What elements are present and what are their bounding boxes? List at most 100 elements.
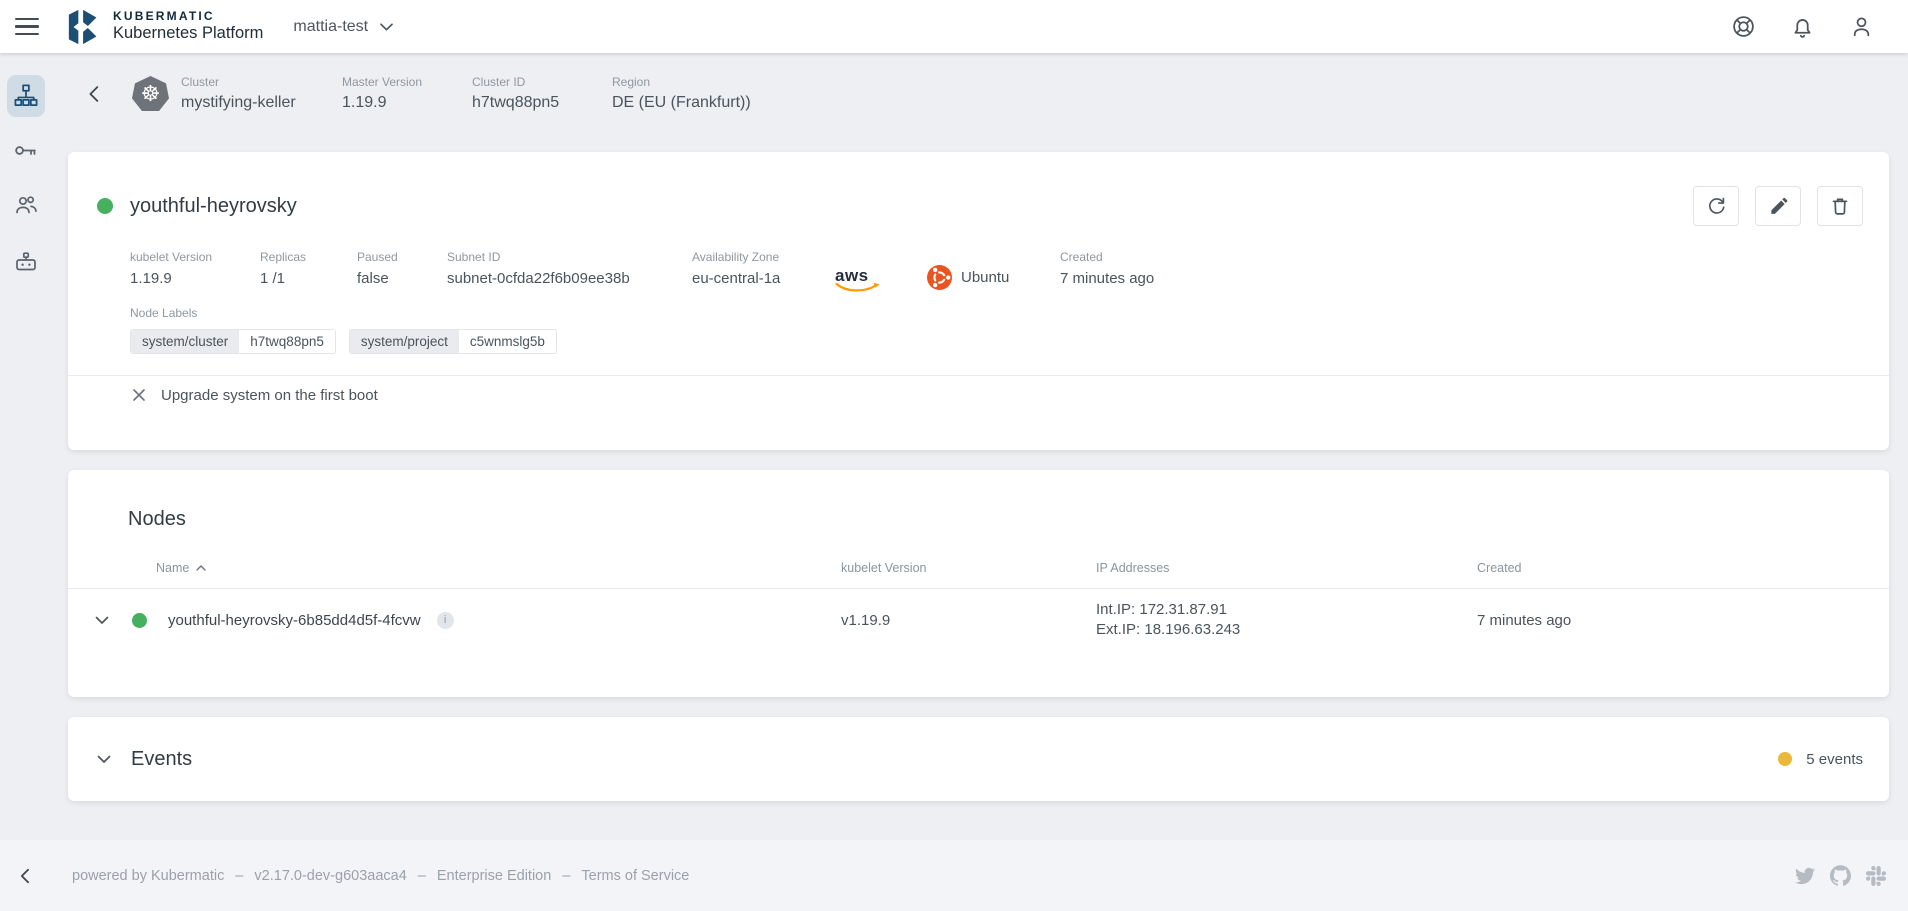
kubernetes-wheel-glyph: ☸ [141,83,161,105]
node-name: youthful-heyrovsky-6b85dd4d5f-4fcvw [168,612,421,629]
machine-deployment-card: youthful-heyrovsky [68,152,1889,450]
sidebar-item-ssh-keys[interactable] [7,133,45,167]
machine-deployment-actions [1693,186,1863,226]
chevron-down-icon [95,616,109,625]
footer: powered by Kubermatic – v2.17.0-dev-g603… [0,840,1908,911]
logo-text: KUBERMATIC Kubernetes Platform [113,10,263,43]
sidebar-item-service-accounts[interactable] [7,245,45,279]
cluster-field-id: Cluster ID h7twq88pn5 [472,75,612,112]
sidebar-collapse-button[interactable] [12,862,40,890]
column-header-created: Created [1477,561,1889,575]
divider [68,375,1889,376]
events-count: 5 events [1806,751,1863,768]
column-label: Name [156,561,189,575]
version-label: v2.17.0-dev-g603aaca4 [254,868,406,884]
prop-value: 7 minutes ago [1060,270,1154,287]
prop-value: 1 /1 [260,270,357,287]
menu-hamburger-icon[interactable] [13,13,41,41]
github-icon[interactable] [1830,865,1851,886]
trash-icon [1829,195,1851,217]
slack-icon[interactable] [1866,866,1886,886]
help-button[interactable] [1729,12,1758,41]
key-icon [13,138,38,163]
kubermatic-logo[interactable]: KUBERMATIC Kubernetes Platform [66,8,263,46]
external-ip: Ext.IP: 18.196.63.243 [1096,620,1477,640]
bell-icon [1790,14,1815,39]
app-header: KUBERMATIC Kubernetes Platform mattia-te… [0,0,1908,53]
kubermatic-logo-icon [66,8,104,46]
notifications-button[interactable] [1788,12,1817,41]
separator: – [562,868,570,884]
field-label: Region [612,75,751,89]
node-table-row[interactable]: youthful-heyrovsky-6b85dd4d5f-4fcvw i v1… [68,589,1889,651]
column-label: IP Addresses [1096,561,1169,575]
events-expander[interactable]: Events [97,748,1778,771]
prop-label: kubelet Version [130,250,260,264]
chevron-left-icon [16,866,36,886]
info-icon[interactable]: i [437,612,454,629]
prop-label: Subnet ID [447,250,692,264]
members-icon [13,192,39,218]
cluster-field-name: Cluster mystifying-keller [181,75,342,112]
sidebar-item-members[interactable] [7,188,45,222]
powered-by-label: powered by Kubermatic [72,868,224,884]
terms-of-service-link[interactable]: Terms of Service [581,868,689,884]
user-menu-button[interactable] [1847,12,1876,41]
upgrade-flag-label: Upgrade system on the first boot [161,387,378,404]
prop-value: eu-central-1a [692,270,835,287]
nodes-card: Nodes Name kubelet Version IP Addresses … [68,470,1889,697]
back-button[interactable] [80,79,110,109]
node-labels-title: Node Labels [130,306,197,320]
prop-label: Paused [357,250,447,264]
node-ip-cell: Int.IP: 172.31.87.91 Ext.IP: 18.196.63.2… [1096,600,1477,640]
project-name: mattia-test [293,18,368,36]
events-warning-dot [1778,752,1792,766]
prop-label: Replicas [260,250,357,264]
prop-kubelet-version: kubelet Version 1.19.9 [130,250,260,287]
node-kubelet-cell: v1.19.9 [841,612,1096,629]
close-icon [130,386,148,404]
column-header-name[interactable]: Name [68,561,841,575]
prop-subnet-id: Subnet ID subnet-0cfda22f6b09ee38b [447,250,692,287]
field-value: 1.19.9 [342,94,472,112]
header-actions [1729,12,1908,41]
chip-value: c5wnmslg5b [459,330,556,353]
ubuntu-icon [927,265,952,290]
prop-created: Created 7 minutes ago [1060,250,1154,287]
sort-asc-icon [196,565,206,571]
field-label: Cluster [181,75,342,89]
provider-aws-logo: aws [835,267,927,294]
prop-value: subnet-0cfda22f6b09ee38b [447,270,692,287]
prop-replicas: Replicas 1 /1 [260,250,357,287]
edition-label: Enterprise Edition [437,868,551,884]
status-dot-running [97,198,113,214]
node-labels-chips: system/cluster h7twq88pn5 system/project… [130,329,1889,354]
machine-deployment-name: youthful-heyrovsky [130,195,297,218]
prop-label: Created [1060,250,1154,264]
chevron-left-icon [84,83,106,105]
prop-value: 1.19.9 [130,270,260,287]
delete-button[interactable] [1817,186,1863,226]
logo-subtitle: Kubernetes Platform [113,24,263,43]
aws-smile-icon [835,282,881,294]
edit-button[interactable] [1755,186,1801,226]
restart-button[interactable] [1693,186,1739,226]
chip-key: system/cluster [131,330,239,353]
node-status-dot [132,613,147,628]
cluster-field-region: Region DE (EU (Frankfurt)) [612,75,751,112]
project-selector[interactable]: mattia-test [285,12,401,42]
separator: – [235,868,243,884]
expand-row-button[interactable] [93,614,111,627]
nodes-table-header: Name kubelet Version IP Addresses Create… [68,561,1889,589]
events-title: Events [131,748,192,771]
node-label-chip: system/cluster h7twq88pn5 [130,329,336,354]
cluster-fields: Cluster mystifying-keller Master Version… [181,75,751,112]
pencil-icon [1768,196,1789,217]
os-ubuntu: Ubuntu [927,265,1060,290]
prop-availability-zone: Availability Zone eu-central-1a [692,250,835,287]
field-label: Master Version [342,75,472,89]
field-label: Cluster ID [472,75,612,89]
twitter-icon[interactable] [1795,866,1815,886]
column-label: Created [1477,561,1521,575]
user-icon [1849,14,1874,39]
